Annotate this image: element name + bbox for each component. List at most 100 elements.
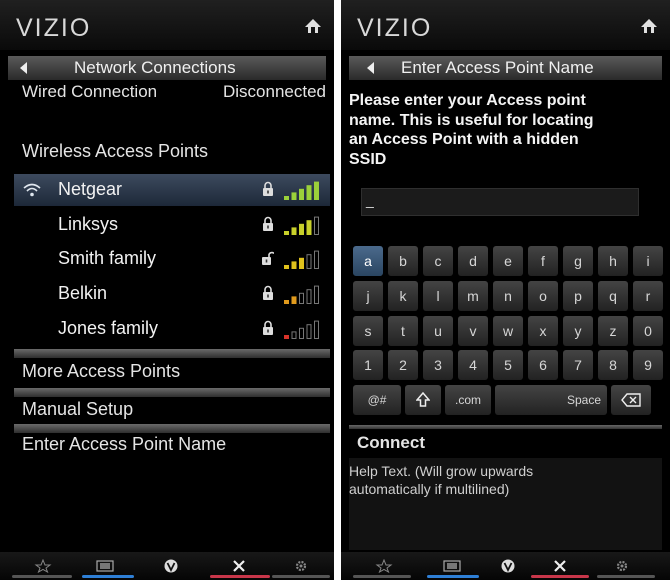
- access-point-name: Jones family: [58, 318, 159, 338]
- home-icon[interactable]: [304, 17, 322, 35]
- divider: [14, 349, 330, 358]
- manual-setup-item[interactable]: Manual Setup: [22, 399, 133, 420]
- key-k[interactable]: k: [388, 281, 418, 311]
- vizio-v-icon[interactable]: [162, 559, 180, 573]
- back-arrow-icon[interactable]: [20, 62, 27, 74]
- key-c[interactable]: c: [423, 246, 453, 276]
- key-z[interactable]: z: [598, 316, 628, 346]
- key-6[interactable]: 6: [528, 350, 558, 380]
- key-x[interactable]: x: [528, 316, 558, 346]
- key-h[interactable]: h: [598, 246, 628, 276]
- gear-icon[interactable]: [613, 559, 631, 573]
- key-v[interactable]: v: [458, 316, 488, 346]
- backspace-icon: [621, 393, 641, 407]
- access-point-name-input[interactable]: _: [361, 188, 639, 216]
- key-p[interactable]: p: [563, 281, 593, 311]
- key-2[interactable]: 2: [388, 350, 418, 380]
- tab-indicator-active: [82, 575, 134, 578]
- divider: [14, 424, 330, 433]
- lock-icon: [263, 181, 273, 196]
- lock-icon: [263, 320, 273, 335]
- connect-bar: [349, 425, 662, 429]
- tab-indicator: [272, 575, 330, 578]
- gear-icon[interactable]: [292, 559, 310, 573]
- close-icon[interactable]: [230, 559, 248, 573]
- key-f[interactable]: f: [528, 246, 558, 276]
- access-point-name: Netgear: [58, 179, 123, 199]
- key-i[interactable]: i: [633, 246, 663, 276]
- key-n[interactable]: n: [493, 281, 523, 311]
- signal-strength-icon: [284, 285, 319, 304]
- wired-connection-status: Disconnected: [222, 82, 326, 101]
- key-0[interactable]: 0: [633, 316, 663, 346]
- lock-icon: [263, 285, 273, 300]
- key-s[interactable]: s: [353, 316, 383, 346]
- key-t[interactable]: t: [388, 316, 418, 346]
- symbols-key[interactable]: @#: [353, 385, 401, 415]
- backspace-key[interactable]: [611, 385, 651, 415]
- space-key[interactable]: Space: [495, 385, 607, 415]
- access-point-row[interactable]: Smith family: [14, 243, 330, 275]
- key-w[interactable]: w: [493, 316, 523, 346]
- top-bar: VIZIO: [341, 0, 670, 50]
- dotcom-key[interactable]: .com: [445, 385, 491, 415]
- input-source-icon[interactable]: [96, 559, 114, 573]
- key-8[interactable]: 8: [598, 350, 628, 380]
- key-q[interactable]: q: [598, 281, 628, 311]
- star-icon[interactable]: [34, 559, 52, 573]
- key-4[interactable]: 4: [458, 350, 488, 380]
- key-y[interactable]: y: [563, 316, 593, 346]
- key-l[interactable]: l: [423, 281, 453, 311]
- tab-indicator-active: [427, 575, 479, 578]
- prompt-line: SSID: [349, 150, 387, 168]
- key-a[interactable]: a: [353, 246, 383, 276]
- key-e[interactable]: e: [493, 246, 523, 276]
- back-arrow-icon[interactable]: [367, 62, 374, 74]
- close-icon[interactable]: [551, 559, 569, 573]
- key-m[interactable]: m: [458, 281, 488, 311]
- key-b[interactable]: b: [388, 246, 418, 276]
- tab-indicator: [353, 575, 411, 578]
- wired-connection-label[interactable]: Wired Connection: [22, 82, 157, 102]
- page-title: Network Connections: [74, 58, 236, 77]
- prompt-line: name. This is useful for locating: [349, 111, 594, 129]
- key-d[interactable]: d: [458, 246, 488, 276]
- key-1[interactable]: 1: [353, 350, 383, 380]
- shift-key[interactable]: [405, 385, 441, 415]
- bottom-bar: [0, 552, 334, 580]
- access-point-row[interactable]: Belkin: [14, 278, 330, 310]
- enter-access-point-name-item[interactable]: Enter Access Point Name: [22, 434, 226, 455]
- key-r[interactable]: r: [633, 281, 663, 311]
- key-7[interactable]: 7: [563, 350, 593, 380]
- divider: [14, 388, 330, 397]
- input-cursor: _: [366, 192, 374, 208]
- key-3[interactable]: 3: [423, 350, 453, 380]
- star-icon[interactable]: [375, 559, 393, 573]
- key-g[interactable]: g: [563, 246, 593, 276]
- wireless-access-points-header: Wireless Access Points: [22, 141, 209, 161]
- key-u[interactable]: u: [423, 316, 453, 346]
- connect-button[interactable]: Connect: [357, 433, 425, 453]
- page-title: Enter Access Point Name: [401, 58, 594, 77]
- more-access-points-item[interactable]: More Access Points: [22, 361, 180, 382]
- top-bar: VIZIO: [0, 0, 334, 50]
- key-o[interactable]: o: [528, 281, 558, 311]
- tab-indicator-close: [531, 575, 589, 578]
- lock-icon: [263, 216, 273, 231]
- enter-access-point-screen: VIZIO Enter Access Point Name Please ent…: [341, 0, 670, 580]
- key-j[interactable]: j: [353, 281, 383, 311]
- tab-indicator: [597, 575, 655, 578]
- access-point-row[interactable]: Jones family: [14, 313, 330, 345]
- bottom-bar: [341, 552, 670, 580]
- key-9[interactable]: 9: [633, 350, 663, 380]
- access-point-row[interactable]: Linksys: [14, 209, 330, 241]
- access-point-row[interactable]: Netgear: [14, 174, 330, 206]
- tab-indicator-close: [210, 575, 270, 578]
- input-source-icon[interactable]: [443, 559, 461, 573]
- vizio-v-icon[interactable]: [499, 559, 517, 573]
- signal-strength-icon: [284, 181, 319, 200]
- key-5[interactable]: 5: [493, 350, 523, 380]
- access-point-name: Smith family: [58, 248, 157, 268]
- help-line: automatically if multilined): [349, 481, 510, 497]
- home-icon[interactable]: [640, 17, 658, 35]
